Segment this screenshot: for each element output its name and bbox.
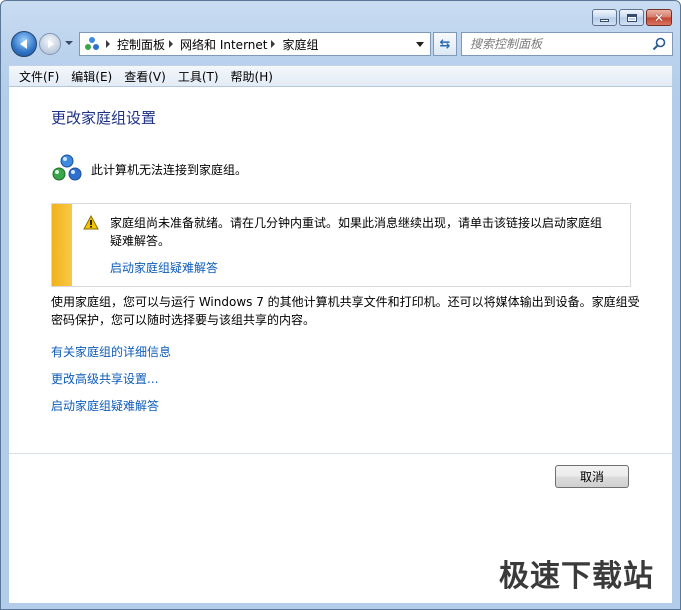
maximize-icon [626, 13, 637, 22]
back-arrow-icon [19, 39, 27, 49]
link-homegroup-details[interactable]: 有关家庭组的详细信息 [51, 343, 171, 360]
content-pane: 更改家庭组设置 此计算机无法连接到家庭组。 家庭组尚未准备就绪。请在几分钟内重试… [9, 87, 672, 453]
history-dropdown-icon[interactable] [65, 41, 73, 45]
breadcrumb-separator[interactable] [169, 40, 174, 48]
cancel-button[interactable]: 取消 [555, 465, 629, 488]
homegroup-icon [52, 154, 82, 181]
link-troubleshoot[interactable]: 启动家庭组疑难解答 [51, 397, 159, 414]
warning-panel: 家庭组尚未准备就绪。请在几分钟内重试。如果此消息继续出现，请单击该链接以启动家庭… [51, 203, 631, 287]
homegroup-small-icon [82, 34, 102, 54]
search-input[interactable] [470, 37, 650, 51]
breadcrumb-separator[interactable] [271, 40, 276, 48]
page-title: 更改家庭组设置 [51, 109, 157, 127]
warning-text: 家庭组尚未准备就绪。请在几分钟内重试。如果此消息继续出现，请单击该链接以启动家庭… [110, 216, 603, 248]
breadcrumb-homegroup[interactable]: 家庭组 [282, 36, 318, 53]
link-advanced-sharing[interactable]: 更改高级共享设置... [51, 370, 158, 387]
warning-stripe [52, 204, 72, 286]
breadcrumb-control-panel[interactable]: 控制面板 [117, 36, 165, 53]
warning-troubleshoot-link[interactable]: 启动家庭组疑难解答 [110, 259, 218, 276]
search-box[interactable] [461, 32, 673, 56]
refresh-button[interactable]: ⇆ [433, 32, 457, 56]
breadcrumb-network[interactable]: 网络和 Internet [180, 36, 267, 53]
back-button[interactable] [11, 31, 37, 57]
menu-help[interactable]: 帮助(H) [225, 68, 279, 85]
maximize-button[interactable] [619, 9, 644, 26]
address-dropdown-icon[interactable] [416, 42, 424, 47]
close-icon: ✕ [653, 10, 665, 25]
footer: 取消 极速下载站 [9, 453, 672, 603]
search-icon[interactable] [652, 37, 666, 51]
warning-icon [83, 215, 99, 230]
forward-button[interactable] [39, 33, 61, 55]
close-button[interactable]: ✕ [646, 9, 672, 26]
navigation-bar: 控制面板 网络和 Internet 家庭组 ⇆ [9, 31, 673, 59]
menu-tools[interactable]: 工具(T) [172, 68, 225, 85]
menu-view[interactable]: 查看(V) [118, 68, 172, 85]
address-bar[interactable]: 控制面板 网络和 Internet 家庭组 [79, 32, 431, 56]
refresh-icon: ⇆ [439, 36, 451, 52]
breadcrumb-separator[interactable] [106, 40, 110, 48]
minimize-button[interactable] [592, 9, 617, 26]
status-message: 此计算机无法连接到家庭组。 [91, 162, 248, 177]
minimize-icon [600, 18, 609, 22]
watermark-logo: 极速下载站 [499, 559, 654, 594]
explorer-window: ✕ 控制面板 网络和 Internet 家庭组 ⇆ 搜索控制面板 文件(F) 编… [0, 0, 681, 610]
menu-edit[interactable]: 编辑(E) [65, 68, 118, 85]
caption-buttons: ✕ [592, 9, 672, 26]
forward-arrow-icon [48, 40, 54, 48]
status-row: 此计算机无法连接到家庭组。 [51, 153, 247, 185]
menu-file[interactable]: 文件(F) [13, 68, 65, 85]
homegroup-description: 使用家庭组，您可以与运行 Windows 7 的其他计算机共享文件和打印机。还可… [51, 295, 640, 327]
menu-bar: 文件(F) 编辑(E) 查看(V) 工具(T) 帮助(H) [9, 65, 672, 87]
